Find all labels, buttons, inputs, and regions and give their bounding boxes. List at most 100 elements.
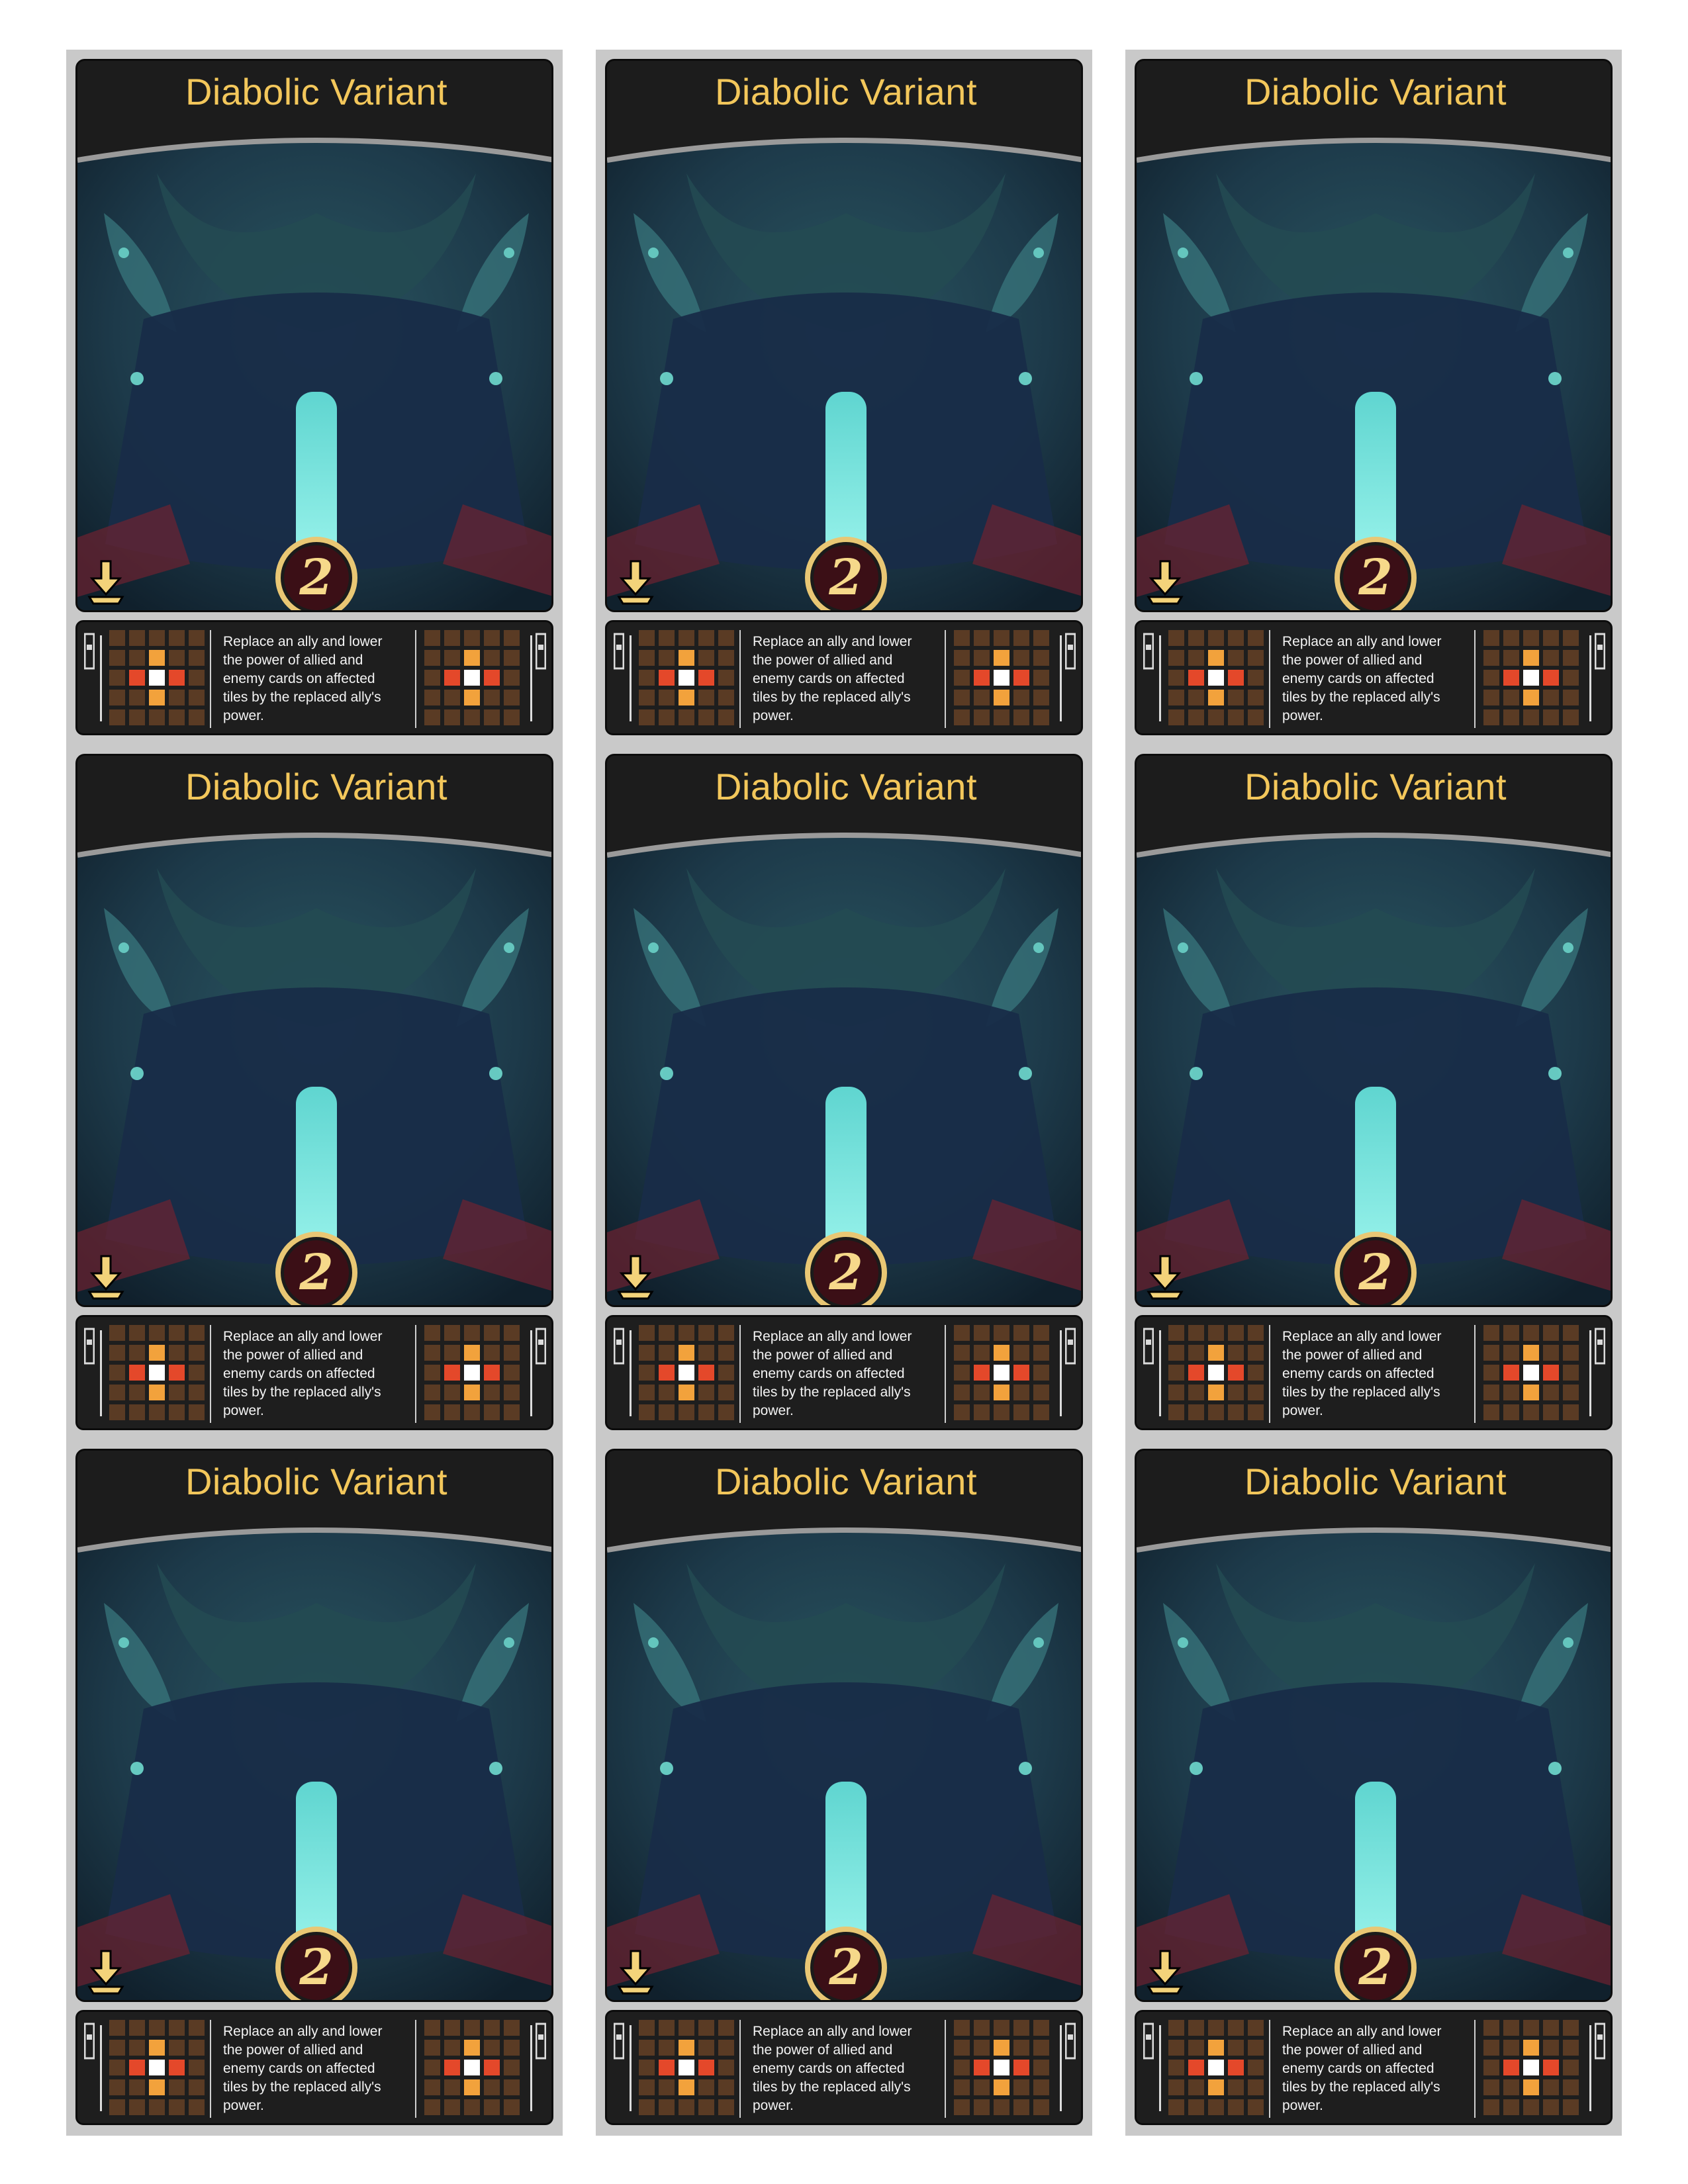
card-stack-icon	[1064, 631, 1076, 671]
card[interactable]: Diabolic Variant 2 Replace an ally and l…	[605, 754, 1083, 1430]
pattern-cell	[169, 2099, 185, 2115]
pattern-cell	[639, 2020, 655, 2036]
pattern-cell	[424, 709, 440, 725]
card[interactable]: Diabolic Variant 2 Replace an ally and l…	[1135, 59, 1613, 735]
pattern-cell	[974, 1385, 990, 1400]
pattern-cell	[974, 2060, 990, 2075]
pattern-cell	[504, 2099, 520, 2115]
pattern-cell	[464, 650, 480, 666]
pattern-cell	[679, 2079, 694, 2095]
power-badge: 2	[272, 1228, 361, 1305]
pattern-cell	[954, 690, 970, 705]
pattern-cell	[1523, 650, 1539, 666]
pattern-cell	[1543, 1385, 1559, 1400]
pattern-cell	[994, 1325, 1009, 1341]
pattern-cell	[659, 1365, 675, 1381]
card-description: Replace an ally and lower the power of a…	[223, 2024, 383, 2113]
pattern-cell	[1503, 690, 1519, 705]
pattern-cell	[149, 2099, 165, 2115]
pattern-cell	[679, 1404, 694, 1420]
pattern-cell	[679, 1325, 694, 1341]
pattern-cell	[994, 2040, 1009, 2056]
pattern-cell	[464, 2040, 480, 2056]
card[interactable]: Diabolic Variant 2 Replace an ally and l…	[75, 1449, 553, 2125]
pattern-cell	[1483, 2020, 1499, 2036]
pattern-cell	[109, 2099, 125, 2115]
down-arrow-hand-icon	[85, 1253, 126, 1301]
pattern-grid-right	[954, 630, 1049, 725]
pattern-cell	[1168, 1385, 1184, 1400]
pattern-cell	[464, 1345, 480, 1361]
pattern-grid-right	[1483, 1325, 1579, 1420]
pattern-cell	[149, 670, 165, 686]
pattern-cell	[1523, 1404, 1539, 1420]
pattern-cell	[1188, 670, 1204, 686]
card[interactable]: Diabolic Variant 2 Replace an ally and l…	[1135, 1449, 1613, 2125]
down-arrow-hand-icon	[1145, 1253, 1186, 1301]
pattern-cell	[424, 1365, 440, 1381]
card-title: Diabolic Variant	[185, 1461, 448, 1502]
grid-divider	[739, 1325, 741, 1423]
pattern-cell	[504, 2079, 520, 2095]
pattern-cell	[954, 1345, 970, 1361]
pattern-grid-right	[1483, 630, 1579, 725]
card-stack-icon	[1594, 1326, 1606, 1366]
grid-divider	[739, 630, 741, 728]
power-value: 2	[299, 549, 334, 606]
pattern-cell	[1208, 650, 1224, 666]
pattern-cell	[1483, 2060, 1499, 2075]
pattern-cell	[504, 1365, 520, 1381]
pattern-cell	[659, 2060, 675, 2075]
pattern-cell	[659, 1385, 675, 1400]
grid-divider	[1474, 1325, 1476, 1423]
pattern-cell	[424, 670, 440, 686]
pattern-cell	[424, 690, 440, 705]
pattern-cell	[169, 690, 185, 705]
grid-divider	[945, 2020, 946, 2118]
pattern-cell	[149, 1365, 165, 1381]
power-badge: 2	[1331, 533, 1420, 610]
card[interactable]: Diabolic Variant 2 Replace an ally and l…	[75, 59, 553, 735]
card[interactable]: Diabolic Variant 2 Replace an ally and l…	[605, 59, 1083, 735]
pattern-cell	[1013, 690, 1029, 705]
card-stack-icon	[83, 2021, 95, 2061]
pattern-cell	[109, 2040, 125, 2056]
pattern-cell	[954, 630, 970, 646]
pattern-cell	[1033, 1365, 1049, 1381]
pattern-cell	[718, 709, 734, 725]
pattern-cell	[1168, 1365, 1184, 1381]
grid-divider	[945, 1325, 946, 1423]
pattern-cell	[718, 2040, 734, 2056]
card-frame: Diabolic Variant 2	[75, 754, 553, 1307]
pattern-cell	[718, 1325, 734, 1341]
pattern-cell	[1503, 670, 1519, 686]
card-stack-icon	[535, 631, 547, 671]
pattern-cell	[1013, 709, 1029, 725]
card[interactable]: Diabolic Variant 2 Replace an ally and l…	[75, 754, 553, 1430]
pattern-cell	[149, 2040, 165, 2056]
pattern-cell	[1033, 1385, 1049, 1400]
pattern-cell	[1543, 1404, 1559, 1420]
pattern-cell	[1248, 1385, 1264, 1400]
pattern-cell	[424, 2060, 440, 2075]
pattern-cell	[639, 2099, 655, 2115]
pattern-cell	[639, 1365, 655, 1381]
pattern-cell	[484, 1345, 500, 1361]
pattern-cell	[718, 670, 734, 686]
pattern-cell	[1503, 650, 1519, 666]
pattern-cell	[994, 650, 1009, 666]
pattern-cell	[1188, 650, 1204, 666]
pattern-cell	[149, 690, 165, 705]
pattern-cell	[424, 2020, 440, 2036]
pattern-cell	[954, 709, 970, 725]
card[interactable]: Diabolic Variant 2 Replace an ally and l…	[605, 1449, 1083, 2125]
info-panel: Replace an ally and lower the power of a…	[605, 1315, 1083, 1430]
pattern-cell	[464, 1325, 480, 1341]
pattern-cell	[1208, 630, 1224, 646]
power-badge: 2	[272, 533, 361, 610]
pattern-cell	[444, 2020, 460, 2036]
card-column: Diabolic Variant 2 Replace an ally and l…	[1125, 50, 1622, 2136]
card[interactable]: Diabolic Variant 2 Replace an ally and l…	[1135, 754, 1613, 1430]
pattern-cell	[189, 2079, 205, 2095]
pattern-cell	[1033, 690, 1049, 705]
